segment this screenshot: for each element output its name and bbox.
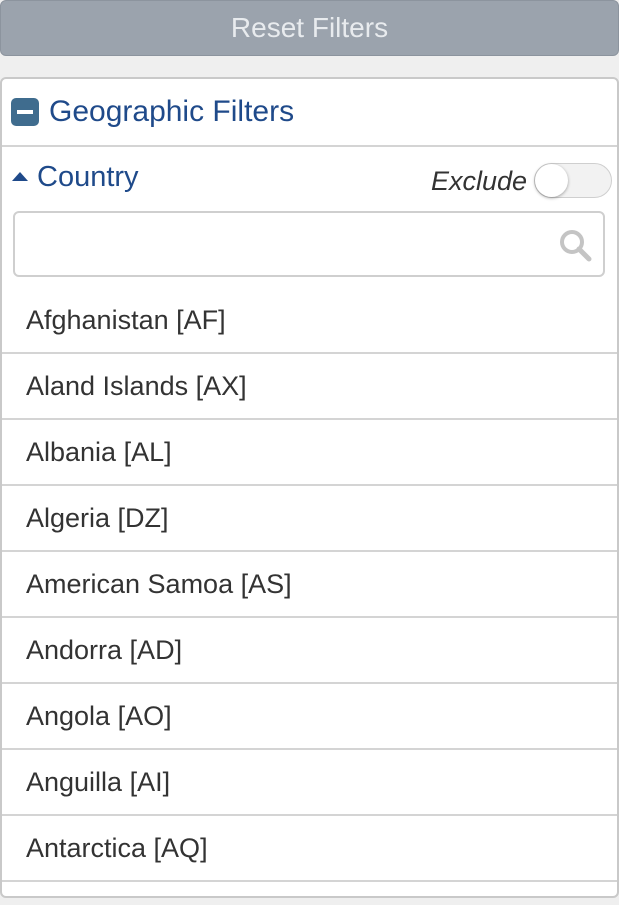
- geographic-filters-panel: Geographic Filters Country Exclude Afgha…: [0, 77, 619, 898]
- country-list-item[interactable]: Anguilla [AI]: [2, 750, 617, 816]
- caret-up-icon: [12, 172, 28, 181]
- geographic-filters-header[interactable]: Geographic Filters: [2, 79, 617, 147]
- country-list-item[interactable]: Afghanistan [AF]: [2, 288, 617, 354]
- country-list-item[interactable]: Algeria [DZ]: [2, 486, 617, 552]
- country-list-item[interactable]: Albania [AL]: [2, 420, 617, 486]
- country-list-item[interactable]: Aland Islands [AX]: [2, 354, 617, 420]
- country-search-box: [13, 211, 605, 277]
- panel-title: Geographic Filters: [49, 95, 295, 128]
- country-list-item[interactable]: [2, 882, 617, 896]
- country-list-item[interactable]: Angola [AO]: [2, 684, 617, 750]
- country-list-item[interactable]: Andorra [AD]: [2, 618, 617, 684]
- country-search-input[interactable]: [25, 221, 549, 269]
- country-list: Afghanistan [AF] Aland Islands [AX] Albani…: [2, 288, 617, 896]
- country-section-toggle[interactable]: Country: [12, 161, 139, 194]
- country-section-title: Country: [37, 161, 139, 193]
- country-section-header: Country Exclude: [2, 147, 617, 211]
- reset-filters-button[interactable]: Reset Filters: [0, 0, 619, 56]
- exclude-toggle[interactable]: [534, 163, 612, 198]
- collapse-minus-icon[interactable]: [11, 98, 39, 126]
- country-list-item[interactable]: American Samoa [AS]: [2, 552, 617, 618]
- country-list-item[interactable]: Antarctica [AQ]: [2, 816, 617, 882]
- exclude-label: Exclude: [430, 166, 527, 196]
- search-icon[interactable]: [558, 228, 592, 262]
- toggle-knob: [535, 164, 568, 197]
